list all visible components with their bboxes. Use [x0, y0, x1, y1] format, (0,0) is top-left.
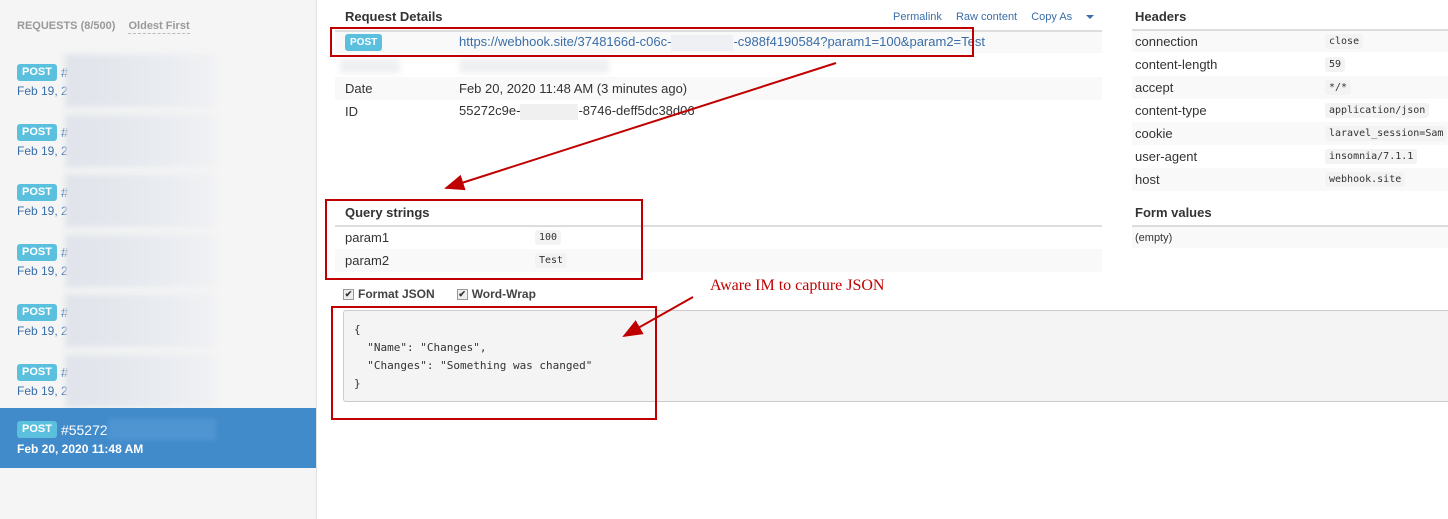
- header-value: webhook.site: [1325, 172, 1406, 187]
- checkbox-checked-icon[interactable]: ✔: [456, 288, 468, 300]
- request-date: Feb 19, 2: [17, 144, 68, 158]
- requests-count: REQUESTS (8/500): [17, 20, 116, 32]
- redacted-area: [65, 294, 215, 348]
- permalink-link[interactable]: Permalink: [893, 11, 942, 23]
- redacted-area: [340, 58, 400, 73]
- redacted-area: [65, 234, 215, 288]
- header-value: insomnia/7.1.1: [1325, 149, 1418, 164]
- method-badge: POST: [17, 64, 57, 81]
- method-badge: POST: [17, 244, 57, 261]
- request-list-item[interactable]: POST# Feb 19, 2: [0, 234, 316, 302]
- request-date: Feb 19, 2: [17, 84, 68, 98]
- redacted-area: [65, 114, 215, 168]
- word-wrap-label: Word-Wrap: [471, 287, 536, 301]
- redacted-area: [65, 54, 215, 108]
- request-date: Feb 19, 2: [17, 264, 68, 278]
- annotation-box-url: [330, 27, 974, 57]
- sidebar-header: REQUESTS (8/500) Oldest First: [17, 20, 190, 34]
- redacted-area: [520, 103, 579, 120]
- header-key: content-type: [1135, 103, 1207, 118]
- form-values-row: (empty): [1132, 225, 1448, 248]
- header-row: cookie laravel_session=Sam: [1132, 122, 1448, 145]
- request-date: Feb 19, 2: [17, 204, 68, 218]
- request-details-title: Request Details: [345, 9, 443, 24]
- header-row: user-agent insomnia/7.1.1: [1132, 145, 1448, 168]
- header-key: connection: [1135, 34, 1198, 49]
- request-list-item[interactable]: POST# Feb 19, 2: [0, 114, 316, 182]
- header-row: accept */*: [1132, 76, 1448, 99]
- annotation-box-body: [331, 306, 657, 420]
- header-value: application/json: [1325, 103, 1430, 118]
- form-values-empty: (empty): [1135, 231, 1173, 244]
- request-list-item[interactable]: POST# Feb 19, 2: [0, 54, 316, 122]
- header-row: content-length 59: [1132, 53, 1448, 76]
- header-key: user-agent: [1135, 149, 1198, 164]
- copy-as-label: Copy As: [1031, 11, 1073, 23]
- header-value: 59: [1325, 57, 1346, 72]
- header-value: laravel_session=Sam: [1325, 126, 1448, 141]
- redacted-area: [65, 174, 215, 228]
- method-badge: POST: [17, 124, 57, 141]
- redacted-area: [459, 58, 609, 73]
- method-badge: POST: [17, 364, 57, 381]
- header-key: accept: [1135, 80, 1174, 95]
- header-row: content-type application/json: [1132, 99, 1448, 122]
- request-list-item[interactable]: POST# Feb 19, 2: [0, 294, 316, 362]
- date-label: Date: [345, 81, 373, 96]
- date-value: Feb 20, 2020 11:48 AM (3 minutes ago): [459, 81, 688, 96]
- redacted-row: [335, 54, 1102, 77]
- raw-content-link[interactable]: Raw content: [956, 11, 1017, 23]
- date-row: Date Feb 20, 2020 11:48 AM (3 minutes ag…: [335, 77, 1102, 100]
- id-row: ID 55272c9e- -8746-deff5dc38d06: [335, 100, 1102, 123]
- request-list-item-selected[interactable]: POST #55272 Feb 20, 2020 11:48 AM: [0, 408, 316, 468]
- form-values-title: Form values: [1135, 205, 1212, 220]
- caret-down-icon: [1086, 15, 1095, 20]
- format-json-label: Format JSON: [358, 287, 435, 301]
- id-label: ID: [345, 104, 358, 119]
- annotation-text: Aware IM to capture JSON: [710, 277, 885, 294]
- word-wrap-checkbox[interactable]: ✔ Word-Wrap: [456, 287, 536, 301]
- header-key: content-length: [1135, 57, 1218, 72]
- header-value: */*: [1325, 80, 1352, 95]
- request-date: Feb 19, 2: [17, 384, 68, 398]
- annotation-box-query: [325, 199, 643, 280]
- header-row: connection close: [1132, 29, 1448, 52]
- copy-as-dropdown[interactable]: Copy As: [1031, 11, 1105, 23]
- request-date: Feb 19, 2: [17, 324, 68, 338]
- requests-sidebar: REQUESTS (8/500) Oldest First POST# Feb …: [0, 0, 317, 519]
- method-badge: POST: [17, 304, 57, 321]
- id-prefix: 55272c9e-: [459, 103, 521, 119]
- id-value: 55272c9e- -8746-deff5dc38d06: [459, 103, 695, 120]
- request-date: Feb 20, 2020 11:48 AM: [17, 442, 144, 456]
- body-options: ✔ Format JSON ✔ Word-Wrap: [343, 287, 536, 301]
- id-suffix: -8746-deff5dc38d06: [578, 103, 695, 119]
- header-key: host: [1135, 172, 1160, 187]
- header-row: host webhook.site: [1132, 168, 1448, 191]
- header-value: close: [1325, 34, 1364, 49]
- sort-toggle[interactable]: Oldest First: [128, 20, 190, 34]
- request-actions: Permalink Raw content Copy As: [893, 11, 1116, 23]
- method-badge: POST: [17, 184, 57, 201]
- method-badge: POST: [17, 421, 57, 438]
- format-json-checkbox[interactable]: ✔ Format JSON: [343, 287, 435, 301]
- checkbox-checked-icon[interactable]: ✔: [343, 288, 354, 300]
- redacted-area: [108, 419, 216, 440]
- redacted-area: [65, 354, 215, 408]
- headers-title: Headers: [1135, 9, 1187, 24]
- header-key: cookie: [1135, 126, 1173, 141]
- request-list-item[interactable]: POST# Feb 19, 2: [0, 174, 316, 242]
- request-number: #55272: [60, 421, 108, 438]
